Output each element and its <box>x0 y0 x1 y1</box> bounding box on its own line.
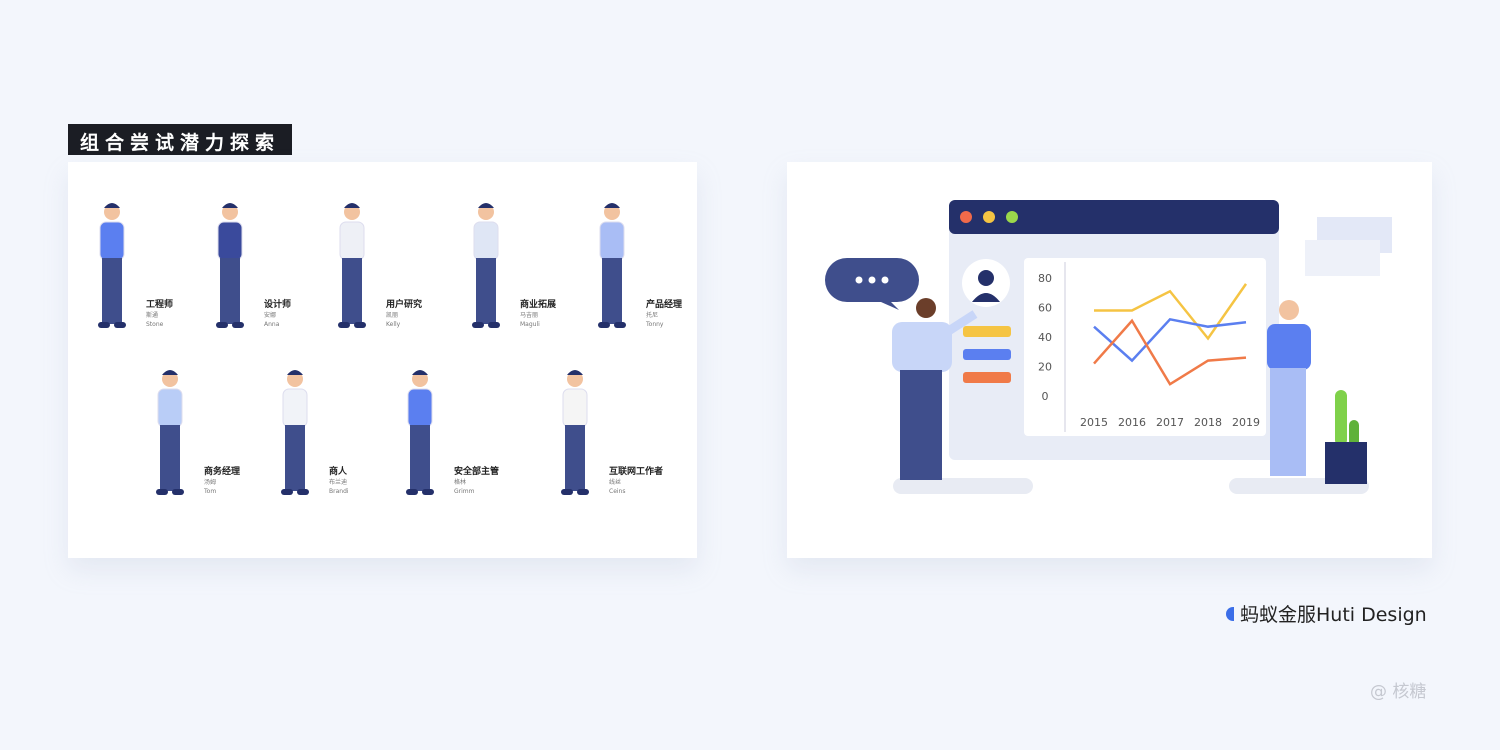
character-label: 商业拓展马吉丽 Maguli <box>520 300 556 329</box>
character-figure <box>273 367 333 503</box>
name-cn: 格林 <box>454 479 467 486</box>
name-cn: 托尼 <box>646 312 659 319</box>
y-tick-label: 40 <box>1038 331 1052 344</box>
name-en: Grimm <box>454 488 475 495</box>
x-tick-label: 2017 <box>1156 416 1184 429</box>
character-figure <box>590 200 650 336</box>
window-maximize-dot <box>1006 211 1018 223</box>
window-title-bar <box>949 200 1279 234</box>
name-en: Brandi <box>329 488 349 495</box>
character-label: 商务经理汤姆 Tom <box>204 467 240 496</box>
name-en: Ceins <box>609 488 626 495</box>
character-label: 用户研究凯丽 Kelly <box>386 300 422 329</box>
y-tick-label: 60 <box>1038 302 1052 315</box>
dashboard-illustration: 0 20 40 60 80 2015 2016 2017 2018 2019 <box>825 200 1392 494</box>
name-en: Stone <box>146 321 164 328</box>
character-figure <box>553 367 613 503</box>
role: 产品经理 <box>646 300 683 310</box>
legend-bar-yellow <box>963 326 1011 337</box>
name-en: Tom <box>204 488 217 495</box>
role: 商人 <box>329 467 348 477</box>
x-tick-label: 2018 <box>1194 416 1222 429</box>
name-cn: 线丝 <box>609 479 622 486</box>
brand-caption: 蚂蚁金服Huti Design <box>1226 600 1427 627</box>
y-tick-label: 80 <box>1038 272 1052 285</box>
speech-bubble-icon <box>825 258 919 310</box>
character-figure <box>398 367 458 503</box>
name-cn: 斯通 <box>146 312 159 319</box>
character-gallery-card: 工程师斯通 Stone 设计师安娜 Anna 用户研究凯丽 Kelly 商业拓展马吉丽 Mag… <box>68 162 697 558</box>
role: 设计师 <box>264 300 292 310</box>
x-tick-label: 2015 <box>1080 416 1108 429</box>
character-label: 商人布兰迪 Brandi <box>329 467 349 496</box>
floor-shadow <box>893 478 1033 494</box>
y-tick-label: 20 <box>1038 361 1052 374</box>
role: 用户研究 <box>386 300 423 310</box>
watermark: @ 核糖 <box>1370 682 1427 702</box>
name-en: Tonny <box>646 321 664 328</box>
role: 商务经理 <box>204 467 241 477</box>
name-cn: 布兰迪 <box>329 479 348 486</box>
role: 互联网工作者 <box>609 467 664 477</box>
section-title: 组合尝试潜力探索 <box>68 124 293 155</box>
man-thinking-figure <box>1267 300 1311 476</box>
window-minimize-dot <box>983 211 995 223</box>
character-figure <box>330 200 390 336</box>
character-label: 设计师安娜 Anna <box>264 300 291 329</box>
role: 工程师 <box>146 300 174 310</box>
name-en: Maguli <box>520 321 540 328</box>
character-figure <box>148 367 208 503</box>
name-cn: 凯丽 <box>386 312 399 319</box>
floating-card <box>1305 240 1380 276</box>
plant-pot <box>1325 390 1367 484</box>
x-tick-label: 2016 <box>1118 416 1146 429</box>
x-tick-label: 2019 <box>1232 416 1260 429</box>
legend-bar-orange <box>963 372 1011 383</box>
name-cn: 马吉丽 <box>520 312 539 319</box>
name-cn: 安娜 <box>264 312 277 319</box>
character-figure <box>90 200 150 336</box>
legend-bar-blue <box>963 349 1011 360</box>
role: 安全部主管 <box>454 467 500 477</box>
name-en: Anna <box>264 321 280 328</box>
character-label: 安全部主管格林 Grimm <box>454 467 499 496</box>
character-figure <box>464 200 524 336</box>
character-label: 产品经理托尼 Tonny <box>646 300 682 329</box>
brand-text: 蚂蚁金服Huti Design <box>1240 604 1427 626</box>
window-close-dot <box>960 211 972 223</box>
character-figure <box>208 200 268 336</box>
character-label: 互联网工作者 线丝 Ceins <box>609 467 663 496</box>
name-cn: 汤姆 <box>204 479 217 486</box>
brand-logo-icon <box>1226 606 1234 621</box>
name-en: Kelly <box>386 321 401 328</box>
illustration-card: 0 20 40 60 80 2015 2016 2017 2018 2019 <box>787 162 1432 558</box>
role: 商业拓展 <box>520 300 557 310</box>
y-tick-label: 0 <box>1042 390 1049 403</box>
character-label: 工程师斯通 Stone <box>146 300 173 329</box>
